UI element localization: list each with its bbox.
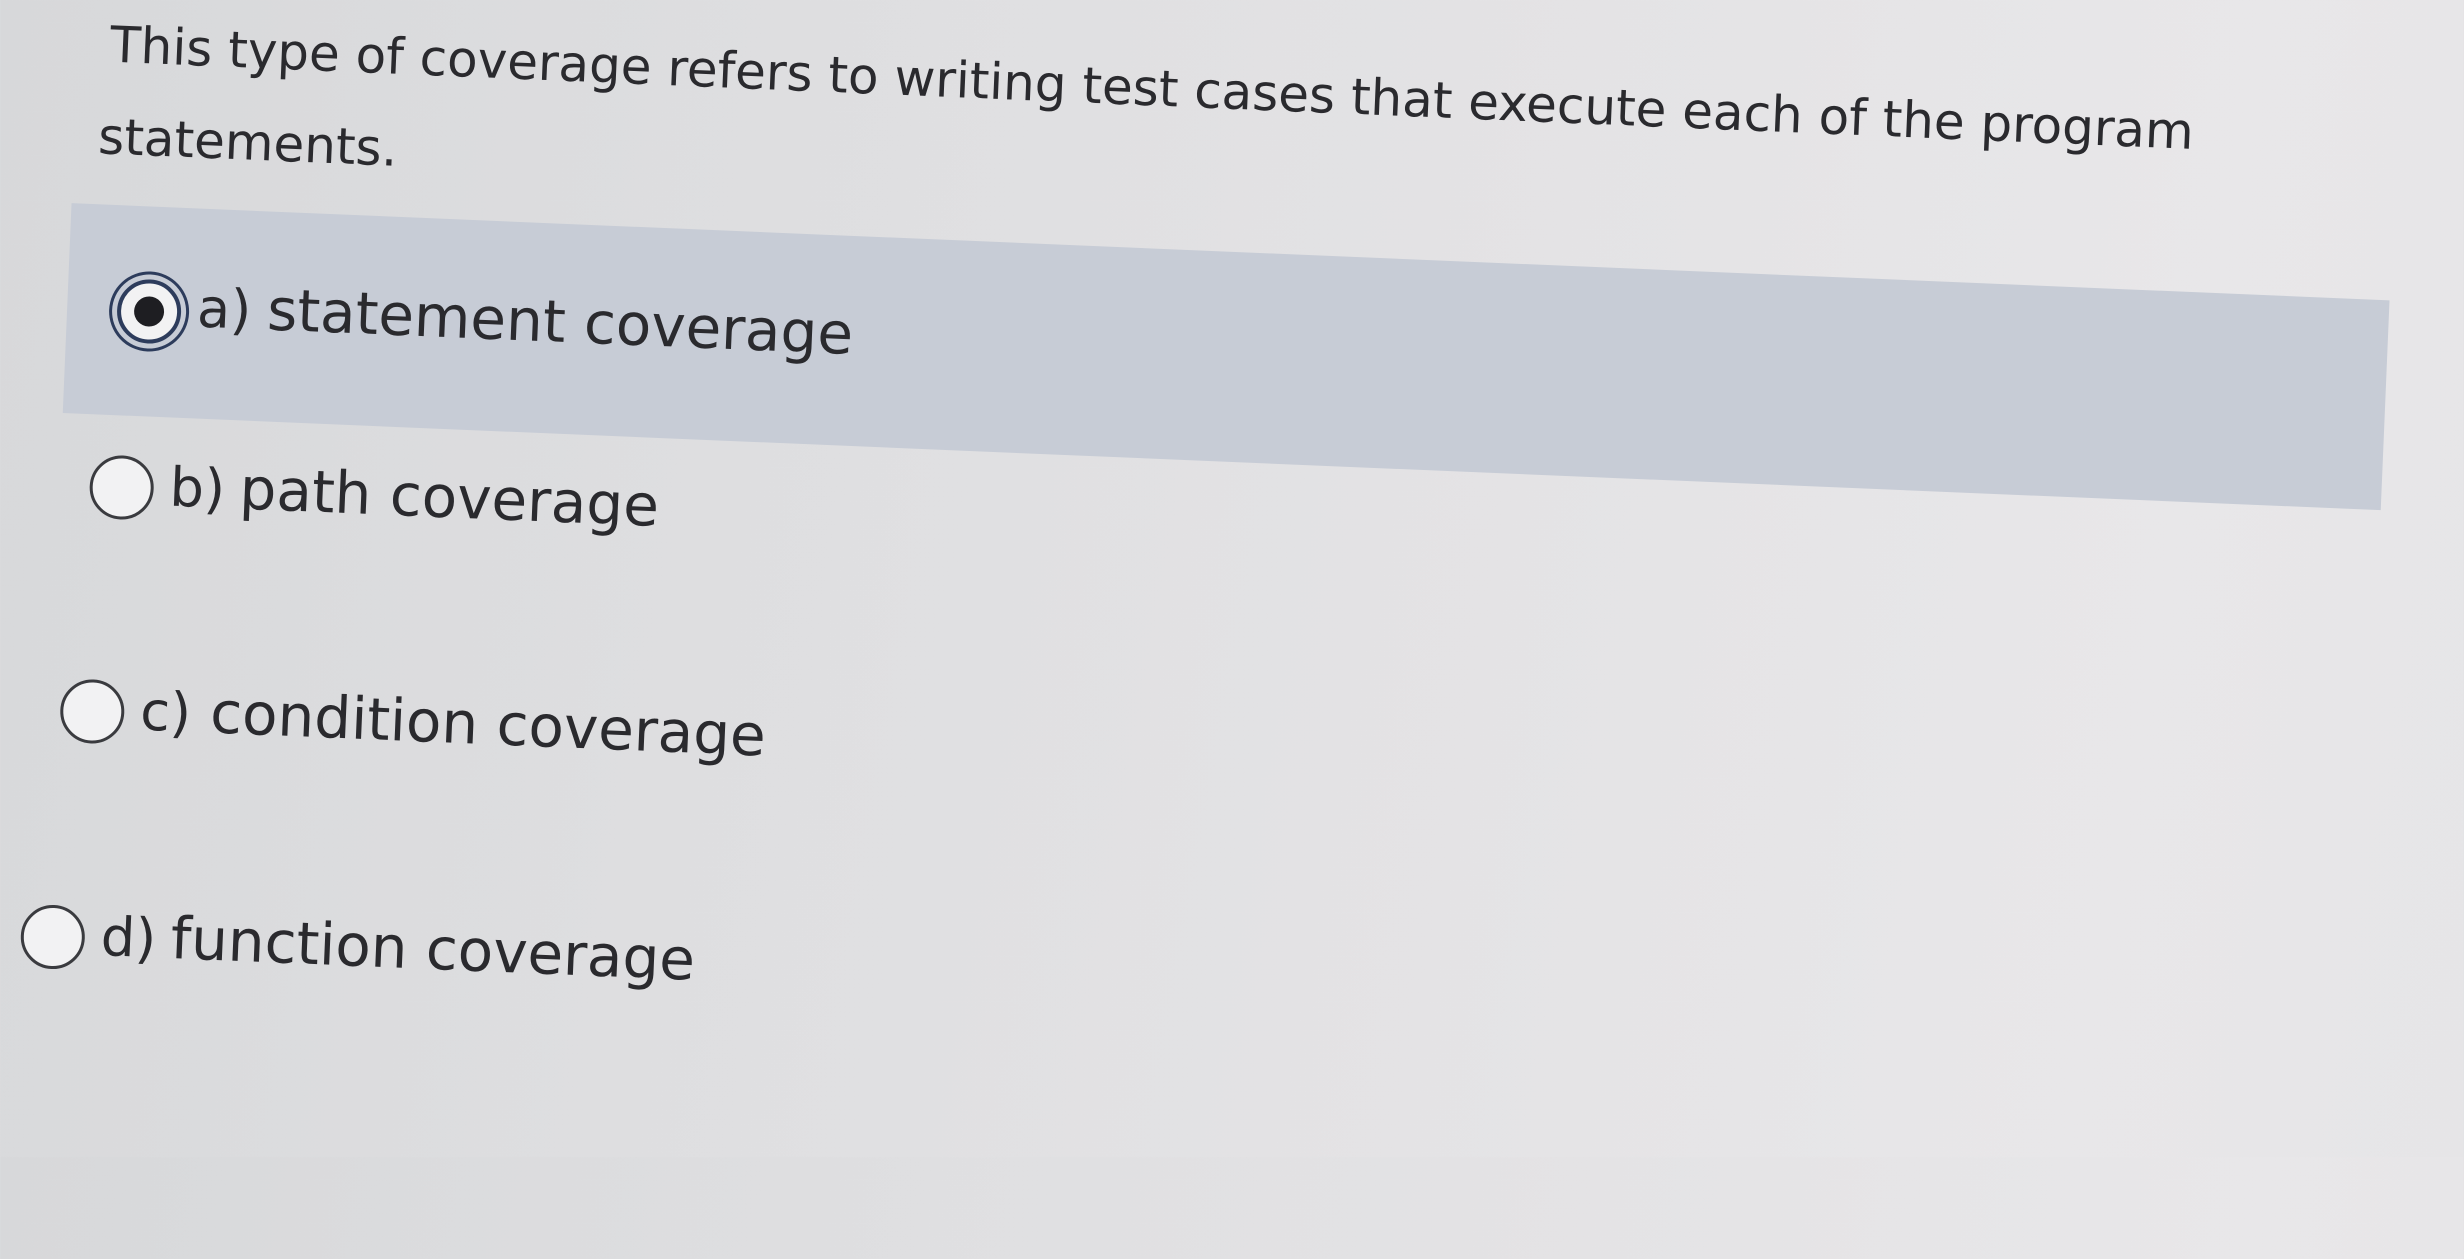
option-b-text: path coverage [238,454,661,541]
radio-selected-dot [133,295,165,328]
option-a-letter: a) [195,276,253,342]
option-d-text: function coverage [169,904,697,994]
option-c-letter: c) [139,679,193,745]
radio-option-b[interactable] [88,454,156,521]
radio-option-c[interactable] [58,678,126,745]
option-b[interactable]: b) path coverage [37,432,1241,602]
option-a-text: statement coverage [265,275,855,368]
option-d[interactable]: d) function coverage [0,882,1172,1052]
option-c-text: condition coverage [208,678,768,770]
radio-option-d[interactable] [19,903,87,971]
option-d-letter: d) [99,905,158,971]
option-b-letter: b) [168,455,227,521]
option-c[interactable]: c) condition coverage [8,656,1212,826]
quiz-question-panel: This type of coverage refers to writing … [0,0,2462,1259]
radio-option-a[interactable] [115,278,183,345]
